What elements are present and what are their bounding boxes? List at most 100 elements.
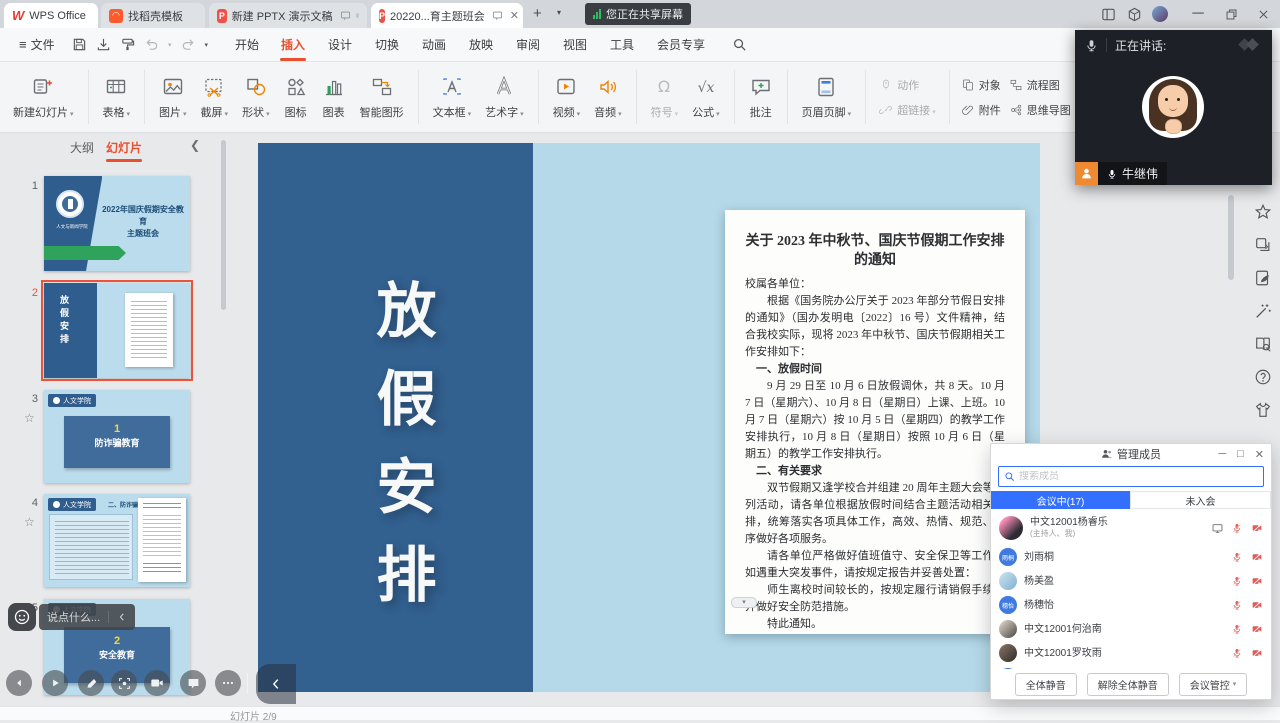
attachment-button[interactable]: 附件 [961,102,1001,118]
member-search-box[interactable] [998,466,1264,487]
tab-list-caret-icon[interactable]: ▾ [557,8,561,17]
textbox-button[interactable]: 文本框 [426,62,479,132]
material-pen-icon[interactable] [1254,269,1272,287]
meeting-control-button[interactable]: 会议管控▾ [1179,673,1248,696]
camera-off-icon[interactable] [1251,523,1263,533]
mute-all-button[interactable]: 全体静音 [1015,673,1077,696]
slide-thumbnail-4[interactable]: 人文学院 二、防诈骗教育 [44,494,190,587]
table-button[interactable]: 表格 [96,62,138,132]
tab-wps-home[interactable]: W WPS Office [4,3,98,28]
magic-wand-icon[interactable] [1254,302,1272,320]
notice-document[interactable]: 关于 2023 年中秋节、国庆节假期工作安排的通知 校属各单位： 根据《国务院办… [725,210,1025,634]
proofread-book-icon[interactable] [1254,335,1272,353]
slide-thumbnail-2-selected[interactable]: 放假安排 [44,283,190,378]
comment-button[interactable]: 批注 [742,62,780,132]
close-tab-icon[interactable]: ✕ [510,9,519,22]
tab-transition[interactable]: 切换 [362,28,412,61]
audio-button[interactable]: 音频 [587,62,629,132]
save-icon[interactable] [72,37,87,52]
redo-icon[interactable] [181,37,196,52]
play-button[interactable] [42,670,68,696]
member-search-input[interactable] [1019,471,1258,482]
video-button[interactable]: 视频 [546,62,588,132]
chart-button[interactable]: 图表 [315,62,353,132]
participant-row[interactable]: 穗怡 杨穗怡 [991,593,1271,617]
camera-off-icon[interactable] [1251,600,1263,610]
screenshot-button[interactable]: 截屏 [194,62,236,132]
skin-theme-icon[interactable] [1254,401,1272,419]
wordart-button[interactable]: 艺术字 [478,62,531,132]
slide-panel-scrollbar[interactable] [221,140,226,310]
mindmap-button[interactable]: 思维导图 [1009,102,1071,118]
restore-button[interactable] [1218,0,1244,28]
account-avatar[interactable] [1147,0,1173,28]
format-painter-icon[interactable] [120,37,135,52]
mic-off-icon[interactable] [1232,576,1242,586]
tab-design[interactable]: 设计 [315,28,365,61]
participant-row[interactable]: 杨美盈 [991,569,1271,593]
tab-not-joined[interactable]: 未入会 [1130,491,1271,509]
tab-current-document[interactable]: P 20220...育主题班会 ✕ [371,3,523,28]
panel-minimize-icon[interactable]: ─ [1218,448,1226,460]
slide-vertical-title[interactable]: 放假安排 [358,279,445,631]
header-footer-button[interactable]: 页眉页脚 [795,62,859,132]
tab-review[interactable]: 审阅 [503,28,553,61]
tab-home[interactable]: 开始 [222,28,272,61]
picture-button[interactable]: 图片 [152,62,194,132]
app-center-icon[interactable] [1121,0,1147,28]
sidebar-toggle-icon[interactable] [1095,0,1121,28]
flowchart-button[interactable]: 流程图 [1009,77,1071,93]
search-icon[interactable] [732,37,747,52]
chat-button[interactable] [180,670,206,696]
tab-member[interactable]: 会员专享 [644,28,718,61]
canvas-scrollbar[interactable] [1228,195,1234,280]
camera-button[interactable] [144,670,170,696]
slide-thumbnail-1[interactable]: 人文与新闻学院 2022年国庆假期安全教育 主题班会 [44,176,190,271]
unmute-all-button[interactable]: 解除全体静音 [1087,673,1169,696]
tab-in-meeting[interactable]: 会议中(17) [991,491,1130,509]
tab-new-pptx[interactable]: P 新建 PPTX 演示文稿 [209,3,367,28]
video-call-panel[interactable]: 正在讲话: 牛继伟 [1075,30,1272,185]
chat-input-bar[interactable]: 说点什么... [39,604,135,630]
tab-tools[interactable]: 工具 [597,28,647,61]
more-button[interactable] [215,670,241,696]
text-collapse-widget[interactable]: ▾ [731,597,757,608]
camera-off-icon[interactable] [1251,576,1263,586]
new-tab-button[interactable]: + [533,5,542,22]
panel-close-icon[interactable]: ✕ [1255,448,1264,461]
camera-off-icon[interactable] [1251,624,1263,634]
emoji-smiley-icon[interactable] [8,603,36,631]
smartart-button[interactable]: 智能图形 [353,62,411,132]
new-slide-button[interactable]: 新建幻灯片 [6,62,81,132]
close-button[interactable] [1250,0,1276,28]
screenshot-frame-button[interactable] [111,670,137,696]
participant-row[interactable]: 雨桐 刘雨桐 [991,545,1271,569]
undo-icon[interactable] [144,37,159,52]
help-icon[interactable] [1254,368,1272,386]
file-menu[interactable]: ≡文件 [6,28,68,61]
slides-tab[interactable]: 幻灯片 [106,139,142,156]
collapse-chat-icon[interactable] [117,612,127,622]
tab-slideshow[interactable]: 放映 [456,28,506,61]
participant-row[interactable]: 中文12001罗玫雨 [991,641,1271,665]
previous-button[interactable] [6,670,32,696]
slide-thumbnail-3[interactable]: 人文学院 1 防诈骗教育 [44,390,190,483]
minimize-button[interactable]: ─ [1185,0,1211,28]
shape-button[interactable]: 形状 [235,62,277,132]
panel-maximize-icon[interactable]: □ [1237,448,1244,460]
duplicate-layers-icon[interactable] [1254,236,1272,254]
screen-share-icon[interactable] [1212,523,1223,534]
participant-row[interactable]: 中文12001何治南 [991,617,1271,641]
tab-docer-templates[interactable]: ◠ 找稻壳模板 [101,3,205,28]
camera-off-icon[interactable] [1251,648,1263,658]
qat-caret-icon[interactable]: ▾ [205,41,209,49]
camera-off-icon[interactable] [1251,552,1263,562]
slide-canvas[interactable]: 放假安排 关于 2023 年中秋节、国庆节假期工作安排的通知 校属各单位： 根据… [258,143,1040,692]
tab-animation[interactable]: 动画 [409,28,459,61]
mic-off-icon[interactable] [1232,600,1242,610]
mic-off-icon[interactable] [1232,552,1242,562]
tab-insert[interactable]: 插入 [268,28,318,61]
mic-off-icon[interactable] [1232,624,1242,634]
object-button[interactable]: 对象 [961,77,1001,93]
export-icon[interactable] [96,37,111,52]
